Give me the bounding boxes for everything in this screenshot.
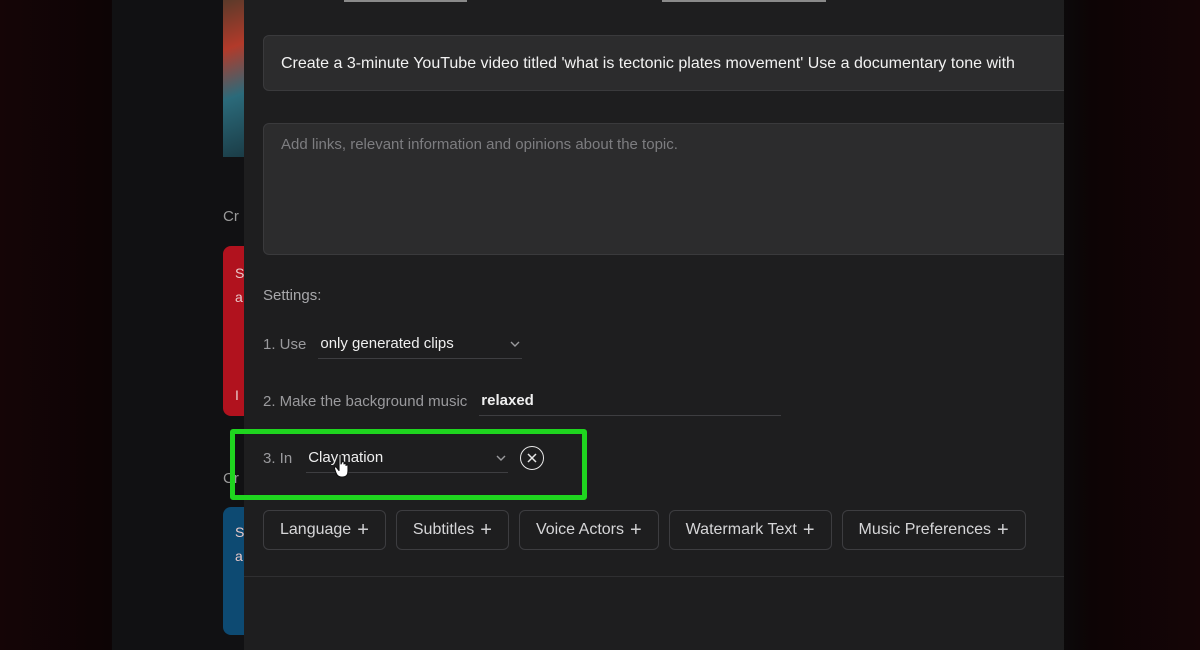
chevron-down-icon	[510, 341, 520, 347]
music-input-value: relaxed	[481, 392, 534, 409]
chip-label: Voice Actors	[535, 521, 624, 538]
modal-divider	[244, 576, 1064, 577]
close-icon	[527, 453, 537, 463]
setting-row-style: 3. In Claymation	[263, 443, 545, 473]
tab-underline[interactable]	[344, 0, 467, 2]
background-card-text: a	[235, 548, 243, 564]
chip-label: Music Preferences	[858, 521, 992, 538]
background-card-text: S	[235, 524, 245, 540]
remove-setting-button[interactable]	[520, 446, 545, 470]
chip-label: Subtitles	[412, 521, 475, 538]
clips-select[interactable]: only generated clips	[318, 329, 523, 359]
chip-voice-actors[interactable]: Voice Actors +	[518, 510, 659, 550]
settings-heading: Settings:	[263, 287, 322, 304]
prompt-input[interactable]: Create a 3-minute YouTube video titled '…	[263, 35, 1064, 91]
chip-language[interactable]: Language +	[263, 510, 386, 550]
chip-label: Language	[280, 521, 352, 538]
setting-row-music: 2. Make the background music relaxed	[263, 386, 782, 416]
plus-icon: +	[357, 519, 369, 541]
create-video-modal: Create a 3-minute YouTube video titled '…	[244, 0, 1064, 650]
plus-icon: +	[629, 519, 642, 541]
screen: Cr S a I Cr S a Create a 3-minute YouTub…	[0, 0, 1200, 650]
background-card-text: a	[235, 289, 243, 305]
add-option-chips: Language + Subtitles + Voice Actors + Wa…	[263, 510, 1026, 550]
chip-subtitles[interactable]: Subtitles +	[395, 510, 509, 550]
setting-label: 1. Use	[263, 335, 307, 353]
chip-music-preferences[interactable]: Music Preferences +	[841, 510, 1026, 550]
background-card-text: S	[235, 265, 245, 281]
plus-icon: +	[480, 519, 492, 541]
additional-info-input[interactable]	[263, 123, 1064, 255]
hand-pointer-cursor-icon	[333, 453, 349, 478]
setting-row-clips: 1. Use only generated clips	[263, 329, 523, 359]
background-card-text: I	[235, 387, 239, 403]
plus-icon: +	[997, 519, 1009, 541]
setting-label: 2. Make the background music	[263, 392, 468, 410]
chevron-down-icon	[496, 455, 506, 461]
chip-label: Watermark Text	[685, 521, 797, 538]
plus-icon: +	[802, 519, 815, 541]
setting-label: 3. In	[263, 449, 293, 467]
music-input[interactable]: relaxed	[479, 386, 782, 416]
clips-select-value: only generated clips	[320, 335, 454, 352]
chip-watermark-text[interactable]: Watermark Text +	[668, 510, 832, 550]
tab-underline[interactable]	[662, 0, 826, 2]
